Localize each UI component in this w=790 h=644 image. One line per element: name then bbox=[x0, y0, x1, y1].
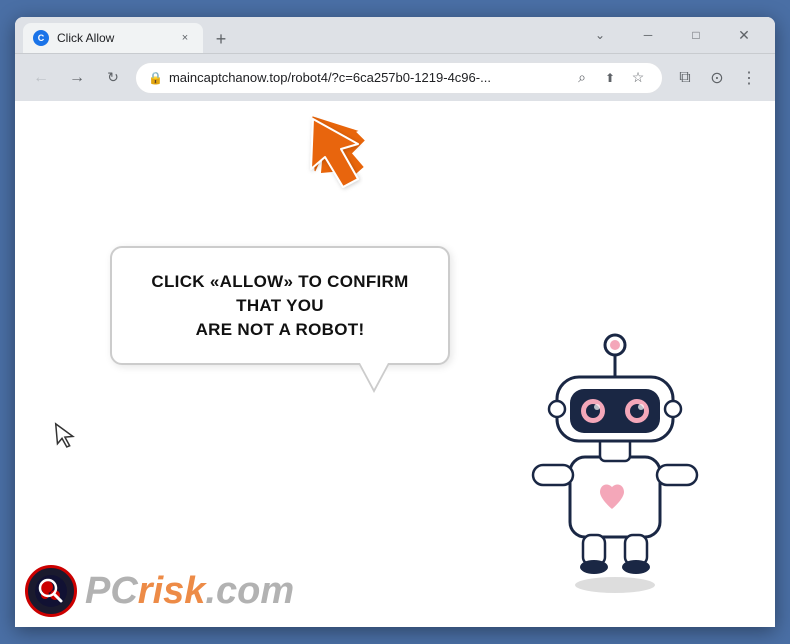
lock-icon: 🔒 bbox=[148, 71, 163, 85]
window-controls: ⌄ ─ □ ✕ bbox=[577, 20, 767, 50]
back-button[interactable]: ← bbox=[27, 64, 55, 92]
tab-favicon: C bbox=[33, 30, 49, 46]
active-tab[interactable]: C Click Allow × bbox=[23, 23, 203, 53]
bookmark-button[interactable]: ☆ bbox=[626, 66, 650, 90]
menu-button[interactable]: ⋮ bbox=[735, 64, 763, 92]
chevron-down-icon: ⌄ bbox=[595, 28, 605, 42]
pcrisk-logo bbox=[25, 565, 77, 617]
mouse-cursor bbox=[54, 420, 79, 456]
speech-bubble: CLICK «ALLOW» TO CONFIRM THAT YOU ARE NO… bbox=[110, 246, 450, 365]
pcrisk-text: PCrisk.com bbox=[85, 570, 294, 613]
browser-window: C Click Allow × + ⌄ ─ □ ✕ ← bbox=[15, 17, 775, 627]
url-text: maincaptchanow.top/robot4/?c=6ca257b0-12… bbox=[169, 70, 564, 85]
url-icons: ⌕ ⬆ ☆ bbox=[570, 66, 650, 90]
address-bar: ← → ↻ 🔒 maincaptchanow.top/robot4/?c=6ca… bbox=[15, 53, 775, 101]
maximize-button[interactable]: □ bbox=[673, 20, 719, 50]
speech-bubble-container: CLICK «ALLOW» TO CONFIRM THAT YOU ARE NO… bbox=[110, 246, 450, 365]
profile-icon: ⊙ bbox=[710, 68, 723, 88]
tab-area: C Click Allow × + bbox=[23, 17, 577, 53]
bubble-text: CLICK «ALLOW» TO CONFIRM THAT YOU ARE NO… bbox=[140, 270, 420, 341]
close-button[interactable]: ✕ bbox=[721, 20, 767, 50]
back-icon: ← bbox=[33, 69, 49, 87]
minimize-button[interactable]: ─ bbox=[625, 20, 671, 50]
bookmark-icon: ☆ bbox=[632, 69, 645, 86]
toolbar-icons: ⧉ ⊙ ⋮ bbox=[671, 64, 763, 92]
extensions-icon: ⧉ bbox=[679, 69, 690, 87]
menu-icon: ⋮ bbox=[741, 68, 757, 88]
share-icon: ⬆ bbox=[605, 71, 615, 85]
forward-icon: → bbox=[69, 69, 85, 87]
page-content: CLICK «ALLOW» TO CONFIRM THAT YOU ARE NO… bbox=[15, 101, 775, 627]
pointing-arrow bbox=[303, 109, 388, 199]
forward-button[interactable]: → bbox=[63, 64, 91, 92]
search-icon: ⌕ bbox=[578, 69, 586, 86]
refresh-icon: ↻ bbox=[107, 69, 119, 86]
minimize-icon: ─ bbox=[644, 28, 653, 42]
pcrisk-watermark: PCrisk.com bbox=[25, 565, 294, 617]
close-icon: ✕ bbox=[738, 27, 750, 44]
title-bar: C Click Allow × + ⌄ ─ □ ✕ bbox=[15, 17, 775, 53]
chevron-button[interactable]: ⌄ bbox=[577, 20, 623, 50]
robot-illustration bbox=[515, 317, 715, 597]
refresh-button[interactable]: ↻ bbox=[99, 64, 127, 92]
profile-button[interactable]: ⊙ bbox=[703, 64, 731, 92]
tab-close-button[interactable]: × bbox=[177, 30, 193, 46]
extensions-button[interactable]: ⧉ bbox=[671, 64, 699, 92]
search-button[interactable]: ⌕ bbox=[570, 66, 594, 90]
share-button[interactable]: ⬆ bbox=[598, 66, 622, 90]
new-tab-button[interactable]: + bbox=[207, 25, 235, 53]
tab-title: Click Allow bbox=[57, 31, 169, 45]
maximize-icon: □ bbox=[692, 28, 699, 42]
url-bar[interactable]: 🔒 maincaptchanow.top/robot4/?c=6ca257b0-… bbox=[135, 62, 663, 94]
